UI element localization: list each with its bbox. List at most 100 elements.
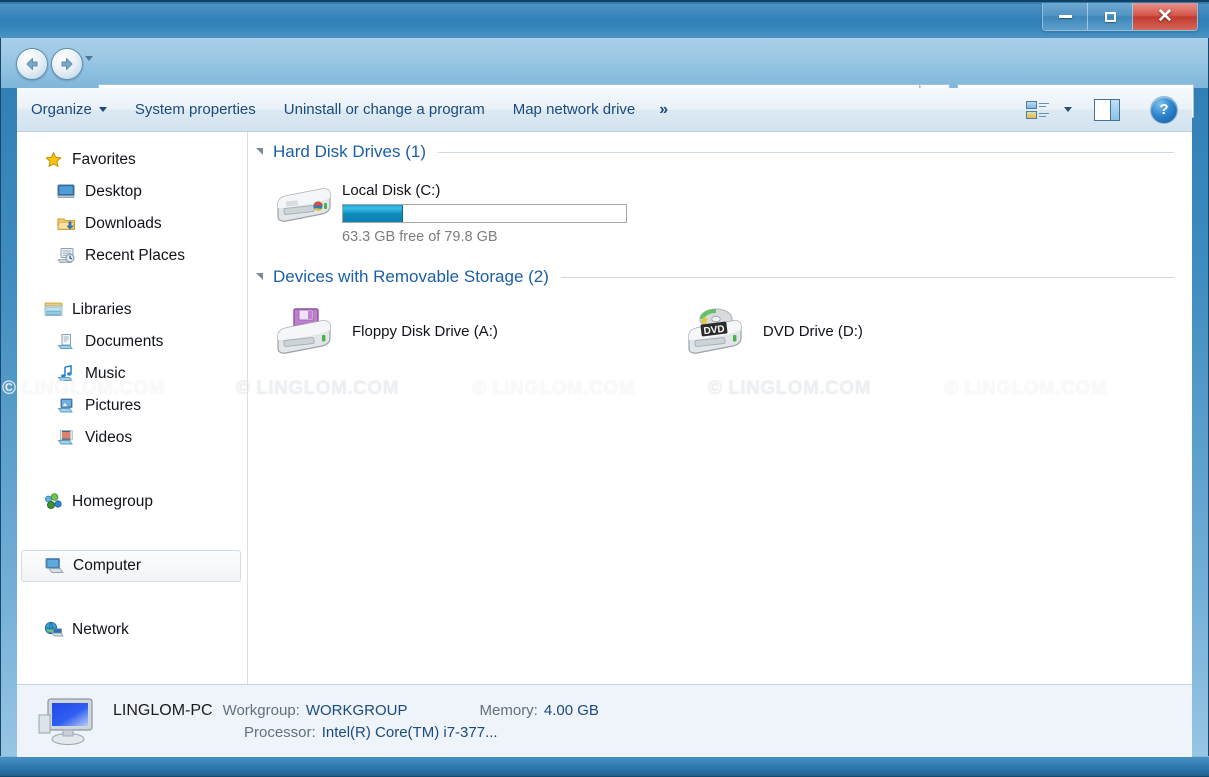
- device-item-floppy-a[interactable]: Floppy Disk Drive (A:): [272, 303, 498, 359]
- sidebar-label: Desktop: [85, 183, 142, 201]
- toolbar-overflow-button[interactable]: »: [649, 101, 678, 119]
- explorer-body: Favorites Desktop: [17, 132, 1192, 684]
- uninstall-change-program-button[interactable]: Uninstall or change a program: [270, 95, 499, 125]
- group-title: Hard Disk Drives (1): [273, 142, 426, 162]
- chevron-down-icon: [99, 107, 107, 112]
- sidebar-label: Network: [72, 621, 129, 639]
- computer-large-icon: [37, 695, 99, 747]
- window-frame-bottom[interactable]: [0, 756, 1209, 777]
- help-icon[interactable]: ?: [1150, 96, 1178, 124]
- sidebar-item-music[interactable]: Music: [17, 358, 247, 390]
- memory-value: 4.00 GB: [544, 702, 599, 719]
- view-options-icon[interactable]: [1026, 100, 1050, 120]
- sidebar-spacer: [17, 518, 247, 550]
- details-text-group: LINGLOM-PC Workgroup: WORKGROUP Memory: …: [113, 702, 599, 741]
- title-bar[interactable]: ✕: [0, 0, 1209, 38]
- sidebar-item-libraries[interactable]: Libraries: [17, 294, 247, 326]
- sidebar-label: Downloads: [85, 215, 162, 233]
- maximize-button[interactable]: [1088, 3, 1133, 30]
- sidebar-item-favorites[interactable]: Favorites: [17, 144, 247, 176]
- desktop-icon: [57, 183, 77, 201]
- system-properties-button[interactable]: System properties: [121, 95, 270, 125]
- group-header-removable-storage[interactable]: Devices with Removable Storage (2): [248, 267, 1192, 287]
- sidebar-item-documents[interactable]: Documents: [17, 326, 247, 358]
- workgroup-key: Workgroup:: [223, 702, 300, 719]
- drive-capacity-fill: [343, 205, 403, 222]
- title-bar-sheen: [0, 4, 1209, 20]
- navigation-bar: Computer: [1, 38, 1208, 88]
- organize-button[interactable]: Organize: [17, 95, 121, 125]
- details-pane: LINGLOM-PC Workgroup: WORKGROUP Memory: …: [17, 684, 1192, 757]
- pictures-icon: [57, 397, 77, 415]
- sidebar-item-downloads[interactable]: Downloads: [17, 208, 247, 240]
- drive-capacity-meter: [342, 204, 627, 223]
- group-divider: [438, 152, 1174, 153]
- sidebar-item-recent-places[interactable]: Recent Places: [17, 240, 247, 272]
- sidebar-spacer: [17, 454, 247, 486]
- sidebar-label: Pictures: [85, 397, 141, 415]
- computer-name: LINGLOM-PC: [113, 702, 213, 720]
- drive-free-space: 63.3 GB free of 79.8 GB: [342, 229, 627, 245]
- view-options-dropdown-icon[interactable]: [1064, 107, 1072, 112]
- group-header-hard-disk-drives[interactable]: Hard Disk Drives (1): [248, 142, 1192, 162]
- file-list-pane[interactable]: Hard Disk Drives (1): [248, 132, 1192, 684]
- explorer-window: ✕ Computer: [0, 0, 1209, 777]
- sidebar-label: Computer: [73, 557, 141, 575]
- sidebar-label: Videos: [85, 429, 132, 447]
- window-frame-right[interactable]: [1192, 0, 1209, 777]
- sidebar-item-pictures[interactable]: Pictures: [17, 390, 247, 422]
- sidebar-item-videos[interactable]: Videos: [17, 422, 247, 454]
- details-row-1: LINGLOM-PC Workgroup: WORKGROUP Memory: …: [113, 702, 599, 720]
- caption-button-group: ✕: [1042, 3, 1198, 31]
- homegroup-icon: [44, 493, 64, 511]
- processor-key: Processor:: [244, 724, 316, 741]
- videos-icon: [57, 429, 77, 447]
- drive-info: Local Disk (C:) 63.3 GB free of 79.8 GB: [342, 176, 627, 245]
- sidebar-item-computer[interactable]: Computer: [21, 550, 241, 582]
- device-list: Floppy Disk Drive (A:): [248, 303, 1192, 359]
- computer-icon: [45, 557, 65, 575]
- navigation-pane: Favorites Desktop: [17, 132, 248, 684]
- star-icon: [44, 151, 64, 169]
- recent-pages-dropdown[interactable]: [85, 56, 93, 61]
- close-icon: ✕: [1157, 7, 1173, 26]
- drive-item-local-disk-c[interactable]: Local Disk (C:) 63.3 GB free of 79.8 GB: [272, 176, 627, 245]
- drive-list: Local Disk (C:) 63.3 GB free of 79.8 GB: [248, 176, 1192, 245]
- preview-pane-icon[interactable]: [1094, 99, 1120, 121]
- map-network-drive-button[interactable]: Map network drive: [499, 95, 650, 125]
- sidebar-label: Documents: [85, 333, 163, 351]
- minimize-icon: [1059, 15, 1072, 18]
- minimize-button[interactable]: [1043, 3, 1088, 30]
- sidebar-spacer: [17, 272, 247, 294]
- memory-key: Memory:: [480, 702, 538, 719]
- back-button[interactable]: [16, 48, 48, 80]
- forward-arrow-icon: [58, 55, 76, 73]
- device-item-dvd-d[interactable]: DVD DVD Drive (D:): [683, 303, 863, 359]
- window-frame-left: [0, 0, 17, 777]
- group-title: Devices with Removable Storage (2): [273, 267, 549, 287]
- triangle-expanded-icon[interactable]: [256, 148, 263, 155]
- sidebar-item-desktop[interactable]: Desktop: [17, 176, 247, 208]
- sidebar-label: Homegroup: [72, 493, 153, 511]
- command-toolbar: Organize System properties Uninstall or …: [17, 88, 1192, 132]
- forward-button[interactable]: [51, 48, 83, 80]
- sidebar-label: Libraries: [72, 301, 131, 319]
- hard-disk-icon: [272, 176, 336, 232]
- libraries-icon: [44, 301, 64, 319]
- dvd-drive-icon: DVD: [683, 303, 747, 359]
- device-name: Floppy Disk Drive (A:): [352, 323, 498, 340]
- sidebar-label: Recent Places: [85, 247, 185, 265]
- sidebar-item-homegroup[interactable]: Homegroup: [17, 486, 247, 518]
- details-row-2: Processor: Intel(R) Core(TM) i7-377...: [113, 724, 599, 741]
- floppy-drive-icon: [272, 303, 336, 359]
- triangle-expanded-icon[interactable]: [256, 273, 263, 280]
- workgroup-value: WORKGROUP: [306, 702, 408, 719]
- back-arrow-icon: [23, 55, 41, 73]
- close-button[interactable]: ✕: [1133, 3, 1197, 30]
- recent-places-icon: [57, 247, 77, 265]
- group-divider: [561, 277, 1174, 278]
- network-icon: [44, 621, 64, 639]
- drive-name: Local Disk (C:): [342, 182, 627, 199]
- sidebar-item-network[interactable]: Network: [17, 614, 247, 646]
- downloads-folder-icon: [57, 215, 77, 233]
